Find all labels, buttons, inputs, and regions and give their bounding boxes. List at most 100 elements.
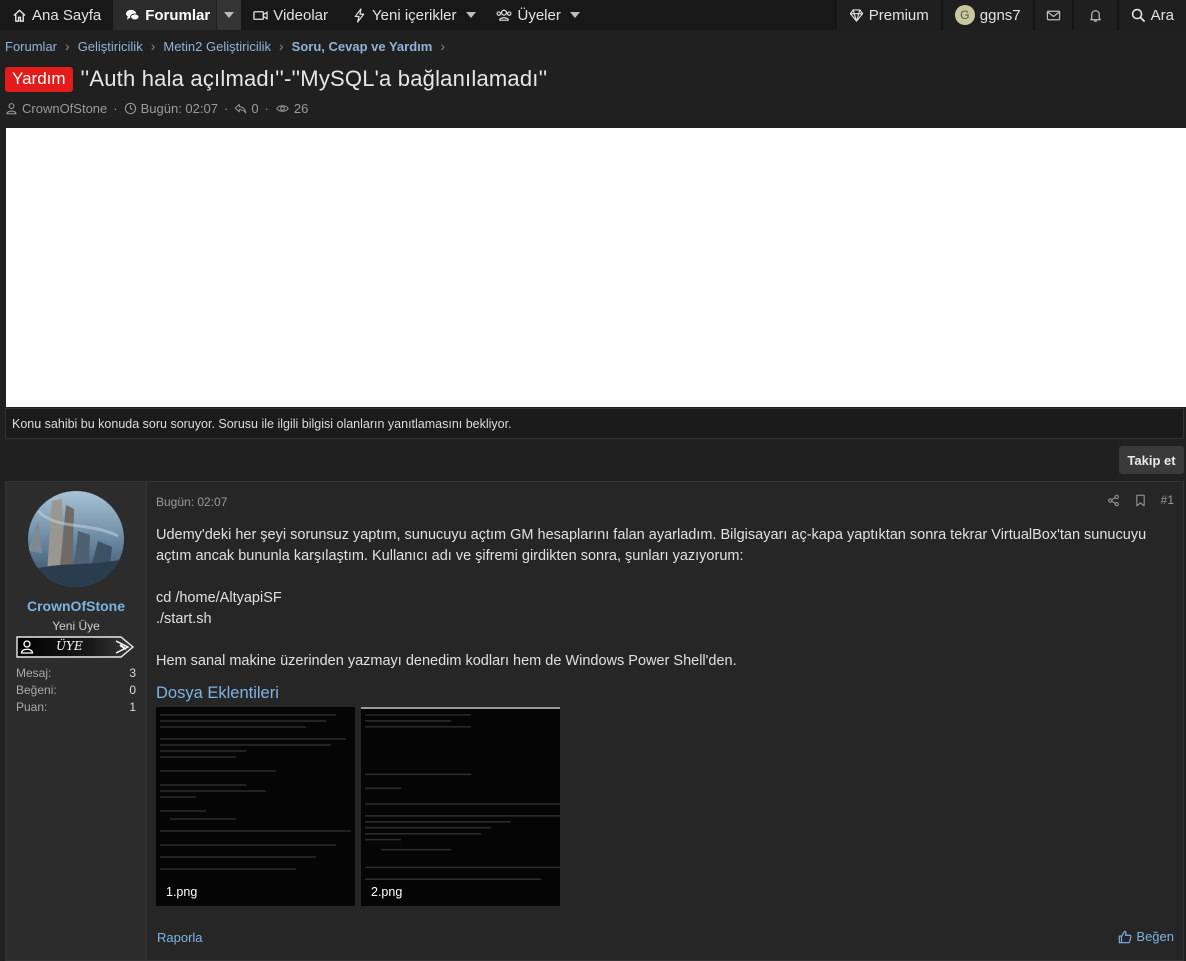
- chevron-right-icon: ›: [65, 38, 70, 54]
- chevron-down-icon: [465, 12, 476, 18]
- users-icon: [495, 8, 513, 23]
- comments-icon: [125, 8, 140, 23]
- nav-premium[interactable]: Premium: [834, 0, 941, 30]
- post: CrownOfStone Yeni Üye ÜYE Mesaj: 3 Beğen…: [5, 481, 1184, 961]
- nav-forums-label: Forumlar: [145, 6, 211, 24]
- like-button[interactable]: Beğen: [1118, 929, 1174, 944]
- breadcrumb-item[interactable]: Metin2 Geliştiricilik: [163, 39, 271, 54]
- attachment-thumbnail[interactable]: 2.png: [361, 707, 560, 906]
- meta-separator: ·: [264, 101, 269, 116]
- envelope-icon: [1046, 8, 1061, 23]
- nav-alerts[interactable]: [1071, 0, 1117, 30]
- home-icon: [12, 8, 27, 23]
- stat-value: 1: [129, 700, 136, 714]
- attachment-filename: 1.png: [166, 885, 198, 899]
- stat-label: Beğeni:: [16, 683, 57, 697]
- stat-label: Puan:: [16, 700, 48, 714]
- video-icon: [253, 8, 268, 23]
- post-date[interactable]: Bugün: 02:07: [156, 495, 227, 509]
- report-link[interactable]: Raporla: [157, 930, 203, 945]
- view-count: 26: [293, 101, 309, 116]
- search-icon: [1131, 8, 1146, 23]
- bookmark-icon[interactable]: [1134, 494, 1147, 507]
- share-icon[interactable]: [1107, 494, 1120, 507]
- page-title: ''Auth hala açılmadı''-''MySQL'a bağlanı…: [80, 66, 548, 91]
- gem-icon: [849, 8, 864, 23]
- post-body: Udemy'deki her şeyi sorunsuz yaptım, sun…: [156, 525, 1176, 672]
- nav-videos[interactable]: Videolar: [241, 0, 340, 30]
- post-actions: #1: [1107, 493, 1174, 507]
- nav-inbox[interactable]: [1032, 0, 1072, 30]
- terminal-screenshot-image: [160, 714, 351, 870]
- thread-header: Yardım ''Auth hala açılmadı''-''MySQL'a …: [5, 66, 547, 92]
- thumbs-up-icon: [1118, 930, 1132, 944]
- post-user-panel: CrownOfStone Yeni Üye ÜYE Mesaj: 3 Beğen…: [6, 482, 147, 960]
- nav-username: ggns7: [979, 6, 1021, 24]
- thread-meta: CrownOfStone · Bugün: 02:07 · 0 · 26: [5, 101, 308, 116]
- user-rank-banner: ÜYE: [16, 636, 134, 658]
- breadcrumb-item[interactable]: Soru, Cevap ve Yardım: [292, 39, 433, 54]
- nav-members[interactable]: Üyeler: [483, 0, 563, 30]
- chevron-down-icon: [569, 12, 580, 18]
- reply-count: 0: [251, 101, 259, 116]
- post-username[interactable]: CrownOfStone: [6, 598, 146, 614]
- post-code-line: cd /home/AltyapiSF: [156, 590, 282, 606]
- meta-separator: ·: [223, 101, 229, 116]
- user-stats: Mesaj: 3 Beğeni: 0 Puan: 1: [16, 666, 136, 717]
- avatar: G: [954, 5, 975, 25]
- post-number[interactable]: #1: [1161, 493, 1174, 507]
- eye-icon: [275, 102, 290, 115]
- chevron-right-icon: ›: [150, 38, 156, 54]
- question-notice: Konu sahibi bu konuda soru soruyor. Soru…: [5, 408, 1184, 439]
- nav-premium-label: Premium: [868, 6, 929, 24]
- nav-new-content[interactable]: Yeni içerikler: [340, 0, 459, 30]
- user-avatar[interactable]: [28, 491, 124, 587]
- breadcrumb-item[interactable]: Forumlar: [5, 39, 57, 54]
- stat-row: Mesaj: 3: [16, 666, 136, 683]
- chevron-right-icon: ›: [279, 38, 284, 54]
- post-content: Bugün: 02:07 #1 Udemy'deki her şeyi soru…: [156, 482, 1178, 960]
- clock-icon: [124, 102, 137, 115]
- advertisement-area: [6, 128, 1186, 407]
- nav-user-area: Premium G ggns7 Ara: [834, 0, 1186, 30]
- members-dropdown-toggle[interactable]: [563, 0, 587, 30]
- post-usertitle: Yeni Üye: [52, 619, 100, 633]
- nav-home-label: Ana Sayfa: [32, 6, 102, 24]
- breadcrumb: Forumlar › Geliştiricilik › Metin2 Geliş…: [5, 38, 453, 54]
- like-label: Beğen: [1136, 929, 1174, 944]
- user-rank-label: ÜYE: [56, 639, 83, 653]
- stat-value: 0: [129, 683, 136, 697]
- stat-row: Puan: 1: [16, 700, 136, 717]
- stat-row: Beğeni: 0: [16, 683, 136, 700]
- bolt-icon: [352, 7, 367, 23]
- bell-icon: [1088, 8, 1103, 23]
- thread-author[interactable]: CrownOfStone: [22, 101, 107, 116]
- stat-value: 3: [129, 666, 136, 680]
- meta-separator: ·: [113, 101, 118, 116]
- nav-home[interactable]: Ana Sayfa: [0, 0, 113, 30]
- post-paragraph: Hem sanal makine üzerinden yazmayı dened…: [156, 653, 737, 669]
- post-code-line: ./start.sh: [156, 611, 212, 627]
- nav-videos-label: Videolar: [273, 6, 328, 24]
- follow-button[interactable]: Takip et: [1119, 446, 1184, 474]
- post-paragraph: Udemy'deki her şeyi sorunsuz yaptım, sun…: [156, 527, 1147, 564]
- nav-new-content-label: Yeni içerikler: [372, 6, 457, 24]
- thread-date[interactable]: Bugün: 02:07: [141, 101, 218, 116]
- attachment-filename: 2.png: [371, 885, 403, 899]
- chevron-down-icon: [224, 12, 235, 18]
- nav-forums[interactable]: Forumlar: [113, 0, 217, 30]
- top-navigation: Ana Sayfa Forumlar Videolar Yeni içerikl…: [0, 0, 1186, 30]
- forums-dropdown-toggle[interactable]: [216, 0, 242, 30]
- nav-account[interactable]: G ggns7: [940, 0, 1033, 30]
- nav-search[interactable]: Ara: [1116, 0, 1186, 30]
- chevron-right-icon: ›: [440, 38, 446, 54]
- new-content-dropdown-toggle[interactable]: [459, 0, 483, 30]
- attachments-title: Dosya Eklentileri: [156, 684, 279, 702]
- breadcrumb-item[interactable]: Geliştiricilik: [78, 39, 143, 54]
- user-icon: [5, 102, 18, 115]
- nav-search-label: Ara: [1150, 6, 1174, 24]
- nav-members-label: Üyeler: [517, 6, 561, 24]
- thread-prefix-badge[interactable]: Yardım: [5, 66, 73, 92]
- attachment-thumbnail[interactable]: 1.png: [156, 707, 355, 906]
- terminal-screenshot-image: [365, 714, 560, 881]
